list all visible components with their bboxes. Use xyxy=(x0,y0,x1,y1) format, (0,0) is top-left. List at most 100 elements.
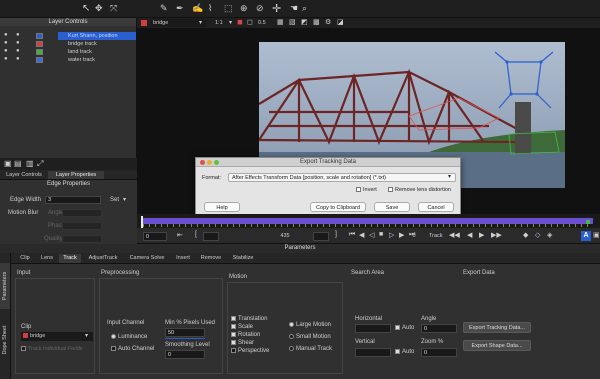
zoom-select[interactable]: 1:1 xyxy=(215,19,223,27)
xspline-tool-icon[interactable]: ✍ xyxy=(192,3,203,14)
remove-lens-checkbox[interactable]: Remove lens distortion xyxy=(388,187,451,193)
tab-insert[interactable]: Insert xyxy=(171,254,195,263)
edge-width-input[interactable]: 3 xyxy=(45,196,101,204)
vertical-input[interactable] xyxy=(355,348,391,357)
in-frame-field[interactable] xyxy=(203,232,219,241)
view-toggle-icon[interactable]: ▦ xyxy=(277,18,284,26)
horizontal-input[interactable] xyxy=(355,324,391,333)
out-frame-field[interactable] xyxy=(313,232,329,241)
lock-icon[interactable]: ● xyxy=(16,56,20,62)
tab-layer-properties[interactable]: Layer Properties xyxy=(48,171,104,179)
lock-icon[interactable]: ● xyxy=(16,40,20,46)
phase-input[interactable] xyxy=(62,222,102,230)
snapshot-icon[interactable]: ◪ xyxy=(337,18,344,26)
lock-icon[interactable]: ● xyxy=(16,48,20,54)
chevron-down-icon[interactable]: ▾ xyxy=(448,173,451,180)
luminance-radio[interactable]: Luminance xyxy=(111,334,147,340)
crosshair-tool-icon[interactable]: ✛ xyxy=(272,2,281,15)
angle-input[interactable] xyxy=(62,209,102,217)
settings-icon[interactable]: ⚙ xyxy=(325,18,331,26)
auto-channel-checkbox[interactable]: Auto Channel xyxy=(111,346,154,352)
layer-row[interactable]: ● ● bridge track xyxy=(0,40,137,48)
cancel-button[interactable]: Cancel xyxy=(418,202,454,212)
side-tab-parameters[interactable]: Parameters xyxy=(0,263,10,309)
grid-toggle-icon[interactable]: ▩ xyxy=(313,18,320,26)
side-tab-dope-sheet[interactable]: Dope Sheet xyxy=(0,317,10,363)
min-pixels-slider[interactable] xyxy=(165,338,205,339)
perspective-checkbox[interactable]: Perspective xyxy=(231,348,269,356)
layer-row[interactable]: ● ● water track xyxy=(0,56,137,64)
current-frame-field[interactable]: 435 xyxy=(273,232,297,241)
large-motion-radio[interactable]: Large Motion xyxy=(289,322,332,334)
keyframe-icon[interactable]: ◆ xyxy=(523,231,528,239)
help-button[interactable]: Help xyxy=(204,202,240,212)
tab-clip[interactable]: Clip xyxy=(15,254,35,263)
set-in-icon[interactable]: ⇤ xyxy=(177,231,183,239)
move-tool-icon[interactable]: ✥ xyxy=(95,3,103,14)
out-point-icon[interactable]: ] xyxy=(335,231,337,238)
quality-input[interactable] xyxy=(62,235,102,243)
save-button[interactable]: Save xyxy=(374,202,410,212)
tab-track[interactable]: Track xyxy=(59,254,81,263)
layer-name-selected[interactable]: Kurt Shann, position xyxy=(58,32,136,40)
tab-adjust-track[interactable]: AdjustTrack xyxy=(83,254,123,263)
chevron-down-icon[interactable]: ▾ xyxy=(85,332,88,339)
close-window-icon[interactable] xyxy=(200,160,205,165)
end-frame-field[interactable]: 0 xyxy=(405,232,423,241)
eye-icon[interactable]: ● xyxy=(4,56,8,62)
auto-key-button[interactable]: A xyxy=(581,231,591,241)
export-shape-data-button[interactable]: Export Shape Data... xyxy=(463,340,531,351)
delete-layer-icon[interactable]: ▥ xyxy=(26,159,34,168)
scale-checkbox[interactable]: Scale xyxy=(231,324,269,332)
timeline-bar[interactable] xyxy=(137,214,600,228)
duplicate-layer-icon[interactable]: ▤ xyxy=(14,159,22,168)
chevron-down-icon[interactable]: ▾ xyxy=(199,19,202,26)
add-point-tool-icon[interactable]: ⊕ xyxy=(240,3,248,14)
angle-input[interactable]: 0 xyxy=(421,324,457,333)
viewer-canvas[interactable]: Export Tracking Data Format: After Effec… xyxy=(137,28,600,215)
translation-checkbox[interactable]: Translation xyxy=(231,316,269,324)
link-tool-icon[interactable]: ⊘ xyxy=(256,3,264,14)
playhead-marker[interactable] xyxy=(141,216,143,228)
tab-stabilize[interactable]: Stabilize xyxy=(227,254,259,263)
keyframe-delete-icon[interactable]: ◈ xyxy=(547,231,552,239)
layer-name[interactable]: land track xyxy=(68,48,92,56)
lock-icon[interactable]: ● xyxy=(16,32,20,38)
zoom-window-icon[interactable] xyxy=(214,160,219,165)
alpha-channel-icon[interactable]: ◻ xyxy=(247,18,253,26)
zoom-input[interactable]: 0 xyxy=(421,348,457,357)
shear-checkbox[interactable]: Shear xyxy=(231,340,269,348)
vertical-auto-checkbox[interactable]: Auto xyxy=(395,349,414,355)
layer-name[interactable]: bridge track xyxy=(68,40,97,48)
smoothing-input[interactable]: 0 xyxy=(165,350,205,359)
layer-row[interactable]: ● ● Kurt Shann, position xyxy=(0,32,137,40)
step-back-icon[interactable]: ◀ xyxy=(359,231,364,239)
eye-icon[interactable]: ● xyxy=(4,32,8,38)
minimize-window-icon[interactable] xyxy=(207,160,212,165)
eye-icon[interactable]: ● xyxy=(4,48,8,54)
overlay-toggle-icon[interactable]: ▧ xyxy=(289,18,296,26)
hand-tool-icon[interactable]: ☚ xyxy=(290,3,298,14)
transform-tool-icon[interactable]: ⤧ xyxy=(110,3,117,14)
opacity-value[interactable]: 0.5 xyxy=(258,19,266,27)
tab-camera-solve[interactable]: Camera Solve xyxy=(125,254,169,263)
clip-select[interactable]: bridge xyxy=(21,332,93,341)
chevron-down-icon[interactable]: ▾ xyxy=(229,19,232,26)
format-select[interactable]: After Effects Transform Data [position, … xyxy=(228,173,456,182)
set-label[interactable]: Set xyxy=(110,197,119,203)
tracker-tool-icon[interactable]: ⬚ xyxy=(224,3,233,14)
keyframe-next-icon[interactable]: ◇ xyxy=(535,231,540,239)
export-tracking-data-button[interactable]: Export Tracking Data... xyxy=(463,322,531,333)
in-point-icon[interactable]: [ xyxy=(195,231,197,238)
rgb-channel-icon[interactable]: ◼ xyxy=(237,18,243,26)
pointer-tool-icon[interactable]: ↖ xyxy=(82,3,90,14)
zoom-tool-icon[interactable]: ⌕ xyxy=(302,3,307,14)
track-backward-all-icon[interactable]: ◀◀ xyxy=(449,231,460,239)
magnetic-tool-icon[interactable]: ⌇ xyxy=(208,3,212,14)
play-icon[interactable]: ▷ xyxy=(389,231,394,239)
new-layer-icon[interactable]: ▣ xyxy=(4,159,12,168)
play-reverse-icon[interactable]: ◁ xyxy=(369,231,374,239)
chevron-down-icon[interactable]: ▾ xyxy=(123,196,126,203)
tab-lens[interactable]: Lens xyxy=(37,254,57,263)
expand-icon[interactable]: ⤢ xyxy=(37,159,43,169)
